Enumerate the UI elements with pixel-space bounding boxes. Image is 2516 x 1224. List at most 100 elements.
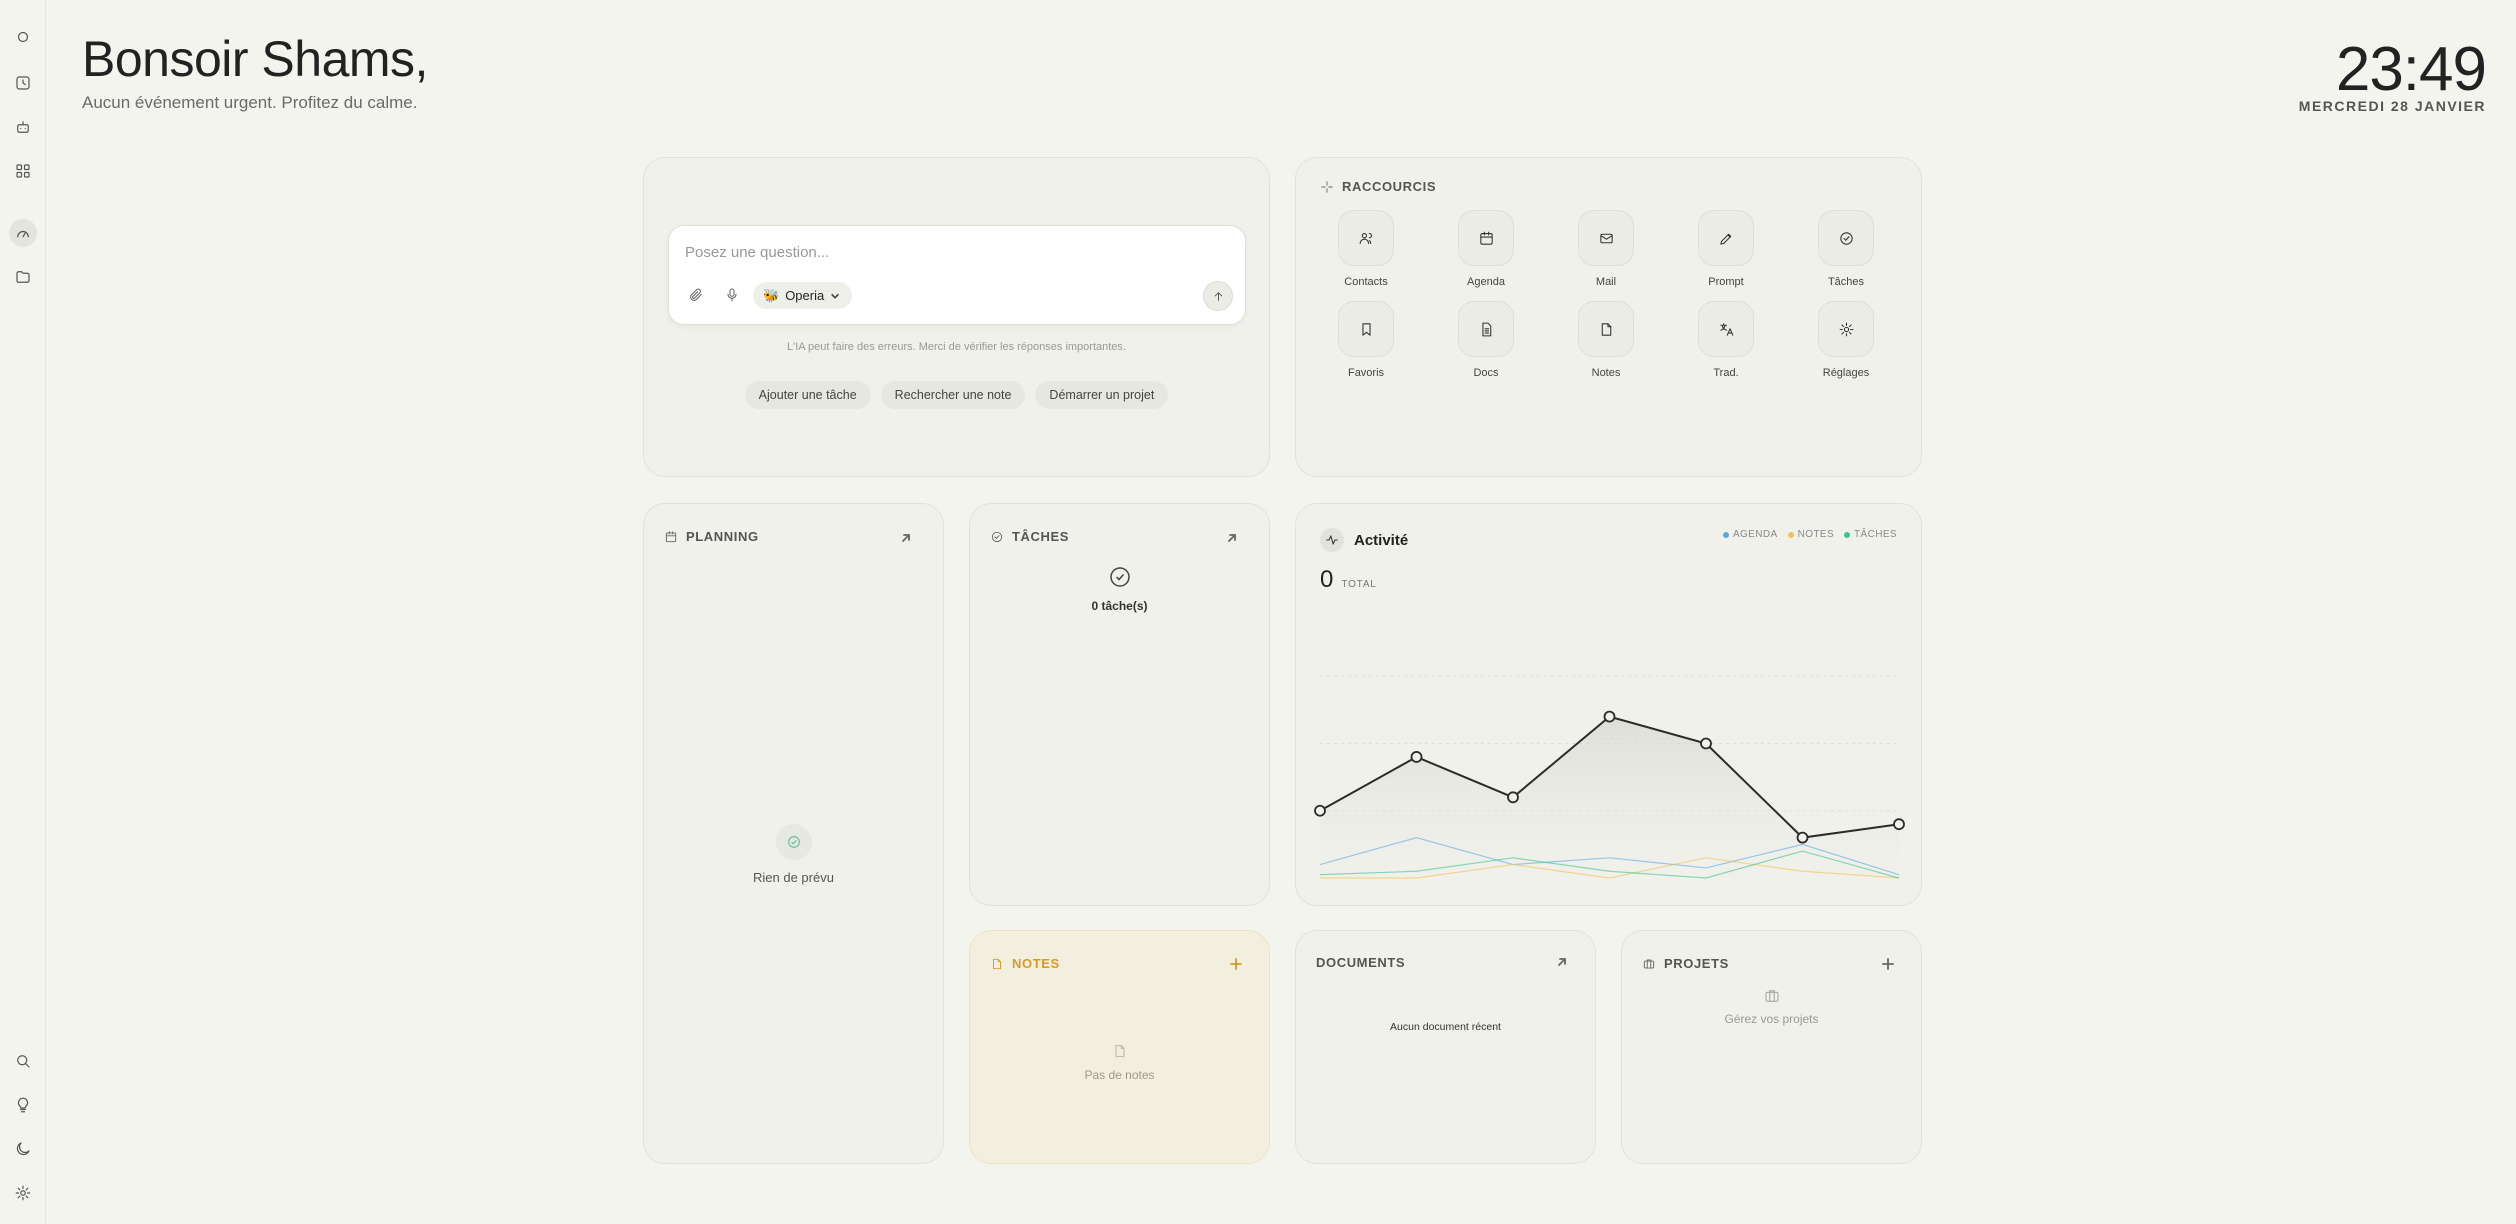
shortcut-mail[interactable]: Mail — [1561, 210, 1651, 288]
notes-card[interactable]: NOTES Pas de notes — [969, 930, 1270, 1164]
shortcut-button[interactable] — [1818, 210, 1874, 266]
translate-icon — [1719, 322, 1733, 336]
shortcut-button[interactable] — [1578, 301, 1634, 357]
shortcut-label: Contacts — [1344, 276, 1388, 288]
greeting: Bonsoir Shams, — [82, 31, 428, 87]
search-icon[interactable] — [9, 1047, 37, 1075]
shortcut-label: Tâches — [1827, 276, 1865, 288]
chart-point[interactable] — [1314, 804, 1326, 817]
shortcut-button[interactable] — [1578, 210, 1634, 266]
shortcut-taches[interactable]: Tâches — [1801, 210, 1891, 288]
projects-empty: Gérez vos projets — [1622, 987, 1921, 1026]
model-selector[interactable]: 🐝 Operia — [753, 282, 853, 309]
gear-icon — [1839, 322, 1853, 336]
lightbulb-icon[interactable] — [9, 1091, 37, 1119]
moon-icon[interactable] — [9, 1135, 37, 1163]
circle-icon[interactable] — [9, 23, 37, 51]
documents-card[interactable]: DOCUMENTS Aucun document récent — [1295, 930, 1596, 1164]
dashboard-icon[interactable] — [9, 219, 37, 247]
planning-title-text: PLANNING — [686, 529, 759, 544]
planning-title: PLANNING — [664, 529, 759, 544]
planning-card[interactable]: PLANNING Rien de prévu — [643, 503, 944, 1164]
chart-point[interactable] — [1603, 710, 1616, 723]
documents-title-text: DOCUMENTS — [1316, 955, 1406, 970]
note-icon — [1115, 1045, 1124, 1057]
shortcut-button[interactable] — [1458, 210, 1514, 266]
plus-icon — [1882, 958, 1894, 970]
suggestion-chip[interactable]: Ajouter une tâche — [744, 381, 871, 409]
calendar-icon — [665, 530, 677, 542]
bot-icon[interactable] — [9, 113, 37, 141]
tasks-count: 0 tâche(s) — [1091, 599, 1148, 613]
model-name: Operia — [785, 288, 825, 303]
microphone-icon[interactable] — [719, 282, 745, 308]
check-circle-icon — [991, 531, 1003, 542]
note-icon — [1601, 322, 1611, 336]
shortcut-button[interactable] — [1458, 301, 1514, 357]
greeting-subtitle: Aucun événement urgent. Profitez du calm… — [82, 93, 418, 112]
shortcut-favoris[interactable]: Favoris — [1321, 301, 1411, 379]
mail-icon — [1599, 233, 1613, 243]
shortcut-docs[interactable]: Docs — [1441, 301, 1531, 379]
shortcut-reglages[interactable]: Réglages — [1801, 301, 1891, 379]
shortcut-label: Mail — [1595, 276, 1617, 288]
tasks-summary: 0 tâche(s) — [970, 565, 1269, 613]
users-icon — [1359, 232, 1372, 244]
chart-point[interactable] — [1796, 831, 1809, 844]
projects-title: PROJETS — [1642, 956, 1729, 971]
documents-empty: Aucun document récent — [1390, 1021, 1501, 1033]
shortcut-prompt[interactable]: Prompt — [1681, 210, 1771, 288]
shortcut-notes[interactable]: Notes — [1561, 301, 1651, 379]
projects-title-text: PROJETS — [1664, 956, 1729, 971]
notes-title: NOTES — [990, 956, 1060, 971]
paperclip-icon[interactable] — [683, 282, 709, 308]
ask-input[interactable] — [685, 244, 1225, 261]
planning-empty-text: Rien de prévu — [753, 870, 834, 885]
sparkle-icon — [1321, 180, 1333, 193]
note-icon — [993, 958, 1001, 969]
open-tasks-button[interactable] — [1223, 529, 1241, 547]
date-label: MERCREDI 28 JANVIER — [2298, 98, 2486, 114]
chevron-down-icon — [831, 293, 840, 299]
pen-icon — [1719, 233, 1731, 245]
chart-point[interactable] — [1893, 818, 1905, 831]
shortcut-contacts[interactable]: Contacts — [1321, 210, 1411, 288]
shortcut-label: Agenda — [1467, 276, 1505, 288]
shortcut-button[interactable] — [1698, 301, 1754, 357]
send-button[interactable] — [1203, 281, 1233, 311]
chart-point[interactable] — [1700, 737, 1712, 750]
tasks-card[interactable]: TÂCHES 0 tâche(s) — [969, 503, 1270, 906]
plus-icon — [1230, 958, 1242, 970]
shortcut-trad[interactable]: Trad. — [1681, 301, 1771, 379]
chart-point[interactable] — [1507, 791, 1519, 804]
open-planning-button[interactable] — [897, 529, 915, 547]
notes-empty: Pas de notes — [970, 1043, 1269, 1082]
clock-icon[interactable] — [9, 69, 37, 97]
chart-point[interactable] — [1410, 751, 1423, 763]
projects-card[interactable]: PROJETS Gérez vos projets — [1621, 930, 1922, 1164]
activity-chart — [1314, 675, 1905, 879]
documents-title: DOCUMENTS — [1316, 955, 1405, 970]
add-note-button[interactable] — [1227, 955, 1245, 973]
tasks-title: TÂCHES — [990, 529, 1069, 544]
planning-empty: Rien de prévu — [644, 824, 943, 885]
gear-icon[interactable] — [9, 1179, 37, 1207]
shortcut-button[interactable] — [1338, 301, 1394, 357]
notes-empty-text: Pas de notes — [1084, 1068, 1155, 1082]
check-circle-icon — [1839, 231, 1853, 245]
suggestion-chip[interactable]: Démarrer un projet — [1035, 381, 1169, 409]
shortcut-button[interactable] — [1698, 210, 1754, 266]
shortcut-label: Prompt — [1708, 276, 1744, 288]
bee-icon: 🐝 — [763, 287, 780, 303]
shortcut-button[interactable] — [1818, 301, 1874, 357]
clock: 23:49 — [2335, 35, 2487, 104]
open-documents-button[interactable] — [1553, 953, 1571, 971]
grid-icon[interactable] — [9, 157, 37, 185]
suggestion-chip[interactable]: Rechercher une note — [880, 381, 1026, 409]
shortcut-label: Réglages — [1822, 367, 1870, 379]
shortcut-agenda[interactable]: Agenda — [1441, 210, 1531, 288]
shortcuts-title-text: RACCOURCIS — [1342, 179, 1437, 194]
shortcut-button[interactable] — [1338, 210, 1394, 266]
folder-icon[interactable] — [9, 263, 37, 291]
add-project-button[interactable] — [1879, 955, 1897, 973]
